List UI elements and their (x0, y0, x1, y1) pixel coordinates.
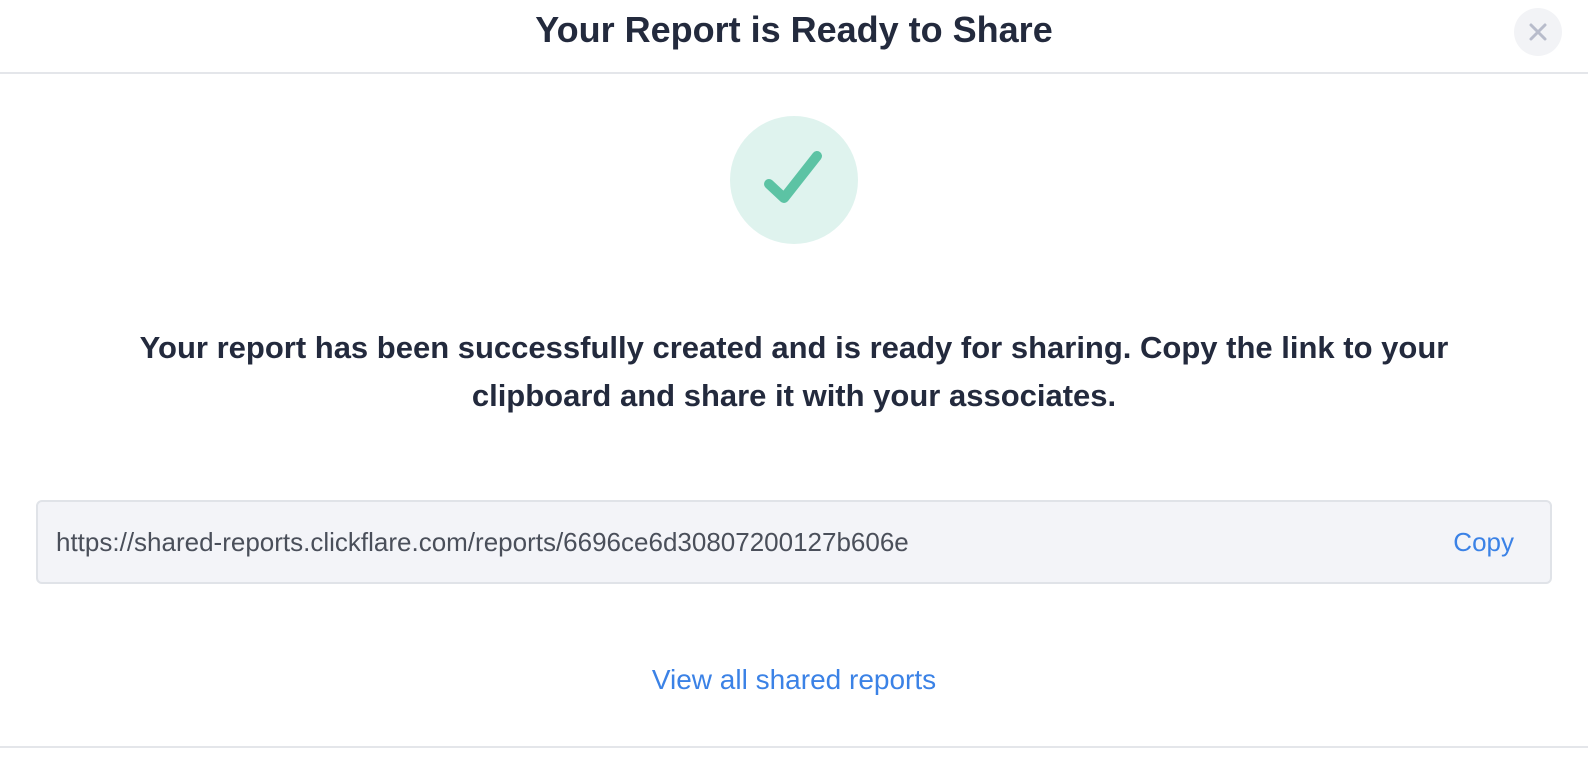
share-link-input[interactable] (56, 502, 1376, 582)
close-button[interactable] (1514, 8, 1562, 56)
share-link-box: Copy (36, 500, 1552, 584)
close-icon (1529, 23, 1547, 41)
success-message: Your report has been successfully create… (139, 330, 1449, 413)
modal-header: Your Report is Ready to Share (0, 0, 1588, 74)
view-all-shared-reports-link[interactable]: View all shared reports (0, 664, 1588, 696)
modal-title: Your Report is Ready to Share (535, 9, 1053, 50)
check-icon (764, 151, 822, 203)
success-badge (730, 116, 858, 244)
footer-divider (0, 746, 1588, 748)
share-report-modal: Your Report is Ready to Share Your repor… (0, 0, 1588, 776)
copy-button[interactable]: Copy (1453, 502, 1514, 582)
